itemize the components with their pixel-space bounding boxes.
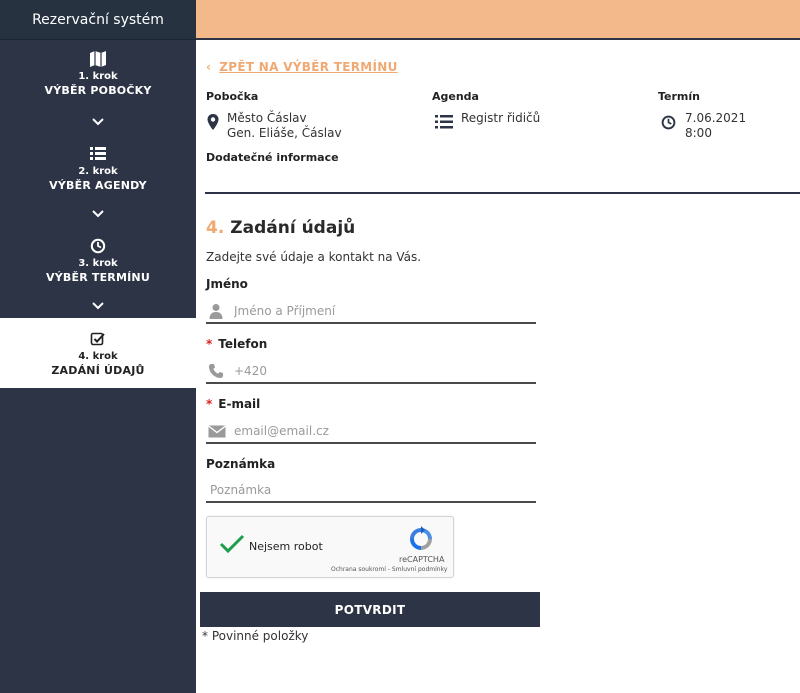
step-number: 1. krok — [78, 71, 118, 82]
list-icon — [90, 147, 106, 160]
checkbox-icon — [90, 332, 105, 346]
map-marker-icon — [207, 114, 219, 130]
chevron-down-icon — [92, 118, 104, 126]
sidebar: Rezervační systém 1. krok VÝBĚR POBOČKY … — [0, 0, 196, 693]
recaptcha-logo-icon — [410, 526, 432, 550]
branch-label: Pobočka — [206, 90, 259, 103]
submit-button[interactable]: POTVRDIT — [200, 592, 540, 627]
term-time: 8:00 — [685, 126, 712, 140]
map-icon — [90, 51, 106, 67]
chevron-down-icon — [92, 210, 104, 218]
step-number: 2. krok — [78, 166, 118, 177]
user-icon — [209, 304, 223, 319]
phone-icon — [209, 364, 223, 378]
phone-field[interactable] — [206, 358, 536, 384]
note-field[interactable] — [206, 477, 536, 503]
sidebar-step-details[interactable]: 4. krok ZADÁNÍ ÚDAJŮ — [0, 318, 196, 388]
step-title: VÝBĚR AGENDY — [49, 179, 147, 192]
recaptcha-widget[interactable]: Nejsem robot reCAPTCHA Ochrana soukromí … — [206, 516, 454, 578]
chevron-left-icon: ‹ — [206, 60, 212, 74]
agenda-label: Agenda — [432, 90, 479, 103]
name-label: Jméno — [206, 277, 248, 291]
app-title: Rezervační systém — [0, 0, 196, 40]
divider — [205, 192, 800, 194]
branch-value: Město Čáslav Gen. Eliáše, Čáslav — [227, 111, 342, 141]
step-number: 3. krok — [78, 258, 118, 269]
section-title-text: Zadání údajů — [230, 218, 356, 238]
main-content: ‹ ZPĚT NA VÝBĚR TERMÍNU Pobočka Město Čás… — [196, 40, 800, 693]
recaptcha-brand: reCAPTCHA — [399, 555, 445, 564]
note-input[interactable] — [210, 480, 500, 500]
clock-icon — [90, 238, 106, 254]
note-label-text: Poznámka — [206, 457, 276, 471]
step-title: VÝBĚR POBOČKY — [44, 84, 152, 97]
captcha-label: Nejsem robot — [249, 540, 323, 553]
term-label: Termín — [658, 90, 700, 103]
phone-label-text: Telefon — [218, 337, 268, 351]
sidebar-step-branch[interactable]: 1. krok VÝBĚR POBOČKY — [0, 50, 196, 100]
phone-label: * Telefon — [206, 337, 267, 351]
section-description: Zadejte své údaje a kontakt na Vás. — [206, 250, 422, 264]
branch-address: Gen. Eliáše, Čáslav — [227, 126, 342, 140]
envelope-icon — [208, 425, 226, 438]
section-number: 4. — [206, 218, 225, 238]
phone-input[interactable] — [234, 361, 524, 381]
back-to-term-link[interactable]: ‹ ZPĚT NA VÝBĚR TERMÍNU — [206, 60, 398, 74]
sidebar-step-agenda[interactable]: 2. krok VÝBĚR AGENDY — [0, 145, 196, 195]
sidebar-step-term[interactable]: 3. krok VÝBĚR TERMÍNU — [0, 237, 196, 287]
name-input[interactable] — [234, 301, 524, 321]
required-mark: * — [206, 337, 213, 351]
step-title: VÝBĚR TERMÍNU — [46, 271, 150, 284]
email-field[interactable] — [206, 418, 536, 444]
top-bar — [196, 0, 800, 40]
check-icon[interactable] — [219, 533, 245, 555]
name-field[interactable] — [206, 298, 536, 324]
back-link-label: ZPĚT NA VÝBĚR TERMÍNU — [219, 60, 398, 74]
clock-icon — [661, 115, 676, 130]
email-label: * E-mail — [206, 397, 260, 411]
chevron-down-icon — [92, 302, 104, 310]
extra-info-label: Dodatečné informace — [206, 151, 339, 164]
recaptcha-links[interactable]: Ochrana soukromí - Smluvní podmínky — [331, 566, 447, 573]
name-label-text: Jméno — [206, 277, 248, 291]
note-label: Poznámka — [206, 457, 275, 471]
required-mark: * — [206, 397, 213, 411]
agenda-value: Registr řidičů — [461, 111, 541, 125]
term-date: 7.06.2021 — [685, 111, 747, 125]
section-title: 4. Zadání údajů — [206, 218, 355, 238]
step-title: ZADÁNÍ ÚDAJŮ — [51, 364, 145, 377]
email-label-text: E-mail — [218, 397, 261, 411]
email-input[interactable] — [234, 421, 524, 441]
list-icon — [435, 115, 453, 129]
branch-name: Město Čáslav — [227, 111, 307, 125]
term-value: 7.06.2021 8:00 — [685, 111, 746, 141]
step-number: 4. krok — [78, 351, 118, 362]
required-note: * Povinné položky — [202, 629, 309, 643]
